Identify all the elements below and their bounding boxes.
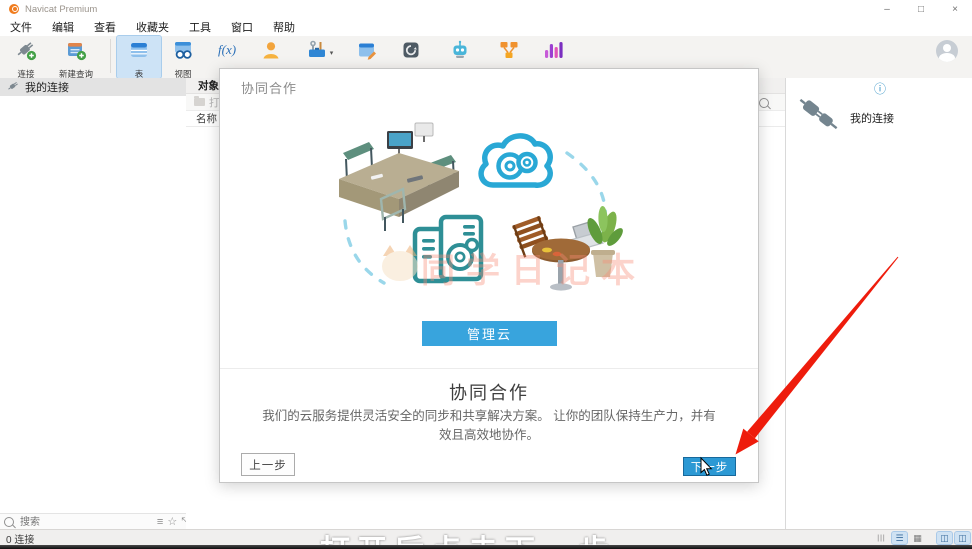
- menu-window[interactable]: 窗口: [221, 19, 263, 35]
- user-avatar[interactable]: [936, 40, 958, 62]
- query-icon: [355, 38, 379, 67]
- toolbox-icon: [305, 38, 329, 67]
- function-icon: f(x): [215, 38, 239, 67]
- watermark-dog-icon: [380, 245, 420, 281]
- menu-edit[interactable]: 编辑: [42, 19, 84, 35]
- grid-view-icon[interactable]: ▦: [910, 532, 925, 544]
- collaboration-wizard-dialog: 协同合作: [219, 68, 759, 483]
- cloud-logo: [481, 136, 550, 185]
- toolbar-button-new-query[interactable]: 新建查询: [48, 36, 104, 78]
- manage-cloud-button[interactable]: 管理云: [422, 321, 557, 346]
- menu-tools[interactable]: 工具: [179, 19, 221, 35]
- maximize-button[interactable]: □: [904, 0, 938, 18]
- navicat-app-icon: [9, 4, 19, 14]
- search-icon: [4, 517, 14, 527]
- search-input[interactable]: [18, 516, 153, 529]
- watermark-text: 同学日记本: [421, 243, 646, 292]
- filter-icon[interactable]: ≡: [157, 517, 163, 528]
- previous-step-button[interactable]: 上一步: [241, 453, 295, 476]
- dialog-divider: [220, 368, 758, 369]
- columns-view-icon[interactable]: |||: [874, 532, 889, 544]
- status-connections-count: 0 连接: [6, 531, 34, 546]
- model-icon: [497, 38, 521, 67]
- open-folder-icon: [194, 98, 205, 106]
- sidebar-item-my-connection[interactable]: 我的连接: [0, 78, 186, 96]
- view-mode-buttons: ||| ☰ ▦ ◫ ◫: [874, 532, 970, 544]
- robot-icon: [448, 38, 472, 67]
- dialog-title: 协同合作: [241, 78, 297, 97]
- title-bar: Navicat Premium – □ ×: [0, 0, 972, 18]
- menu-bar: 文件 编辑 查看 收藏夹 工具 窗口 帮助: [0, 18, 972, 36]
- selected-connection: 我的连接: [796, 94, 894, 141]
- menu-file[interactable]: 文件: [0, 19, 42, 35]
- navicat-window: Navicat Premium – □ × 文件 编辑 查看 收藏夹 工具 窗口…: [0, 0, 972, 549]
- table-icon: [127, 38, 151, 67]
- bi-chart-icon: [541, 38, 565, 67]
- connection-name: 我的连接: [25, 79, 69, 95]
- column-header-label: 名称: [196, 111, 217, 126]
- favorite-star-icon[interactable]: ☆: [167, 517, 177, 528]
- toolbar-button-connection[interactable]: 连接: [4, 36, 48, 78]
- close-button[interactable]: ×: [938, 0, 972, 18]
- toggle-left-pane-icon[interactable]: ◫: [937, 532, 952, 544]
- sidebar-search-bar: ≡ ☆ ⤡: [0, 513, 195, 530]
- toolbar-button-views[interactable]: 视图: [161, 36, 205, 78]
- connection-name: 我的连接: [850, 110, 894, 126]
- menu-view[interactable]: 查看: [84, 19, 126, 35]
- menu-help[interactable]: 帮助: [263, 19, 305, 35]
- plug-icon: [7, 80, 20, 94]
- dialog-heading: 协同合作: [220, 379, 758, 405]
- connections-sidebar: 我的连接: [0, 78, 187, 513]
- details-panel: ⓘ 我的连接: [785, 78, 972, 529]
- toolbar-button-tables[interactable]: 表: [117, 36, 161, 78]
- new-query-icon: [64, 38, 88, 67]
- desk-scene: [339, 123, 459, 231]
- chevron-down-icon: ▾: [330, 49, 334, 57]
- search-icon[interactable]: [759, 98, 769, 108]
- toggle-right-pane-icon[interactable]: ◫: [955, 532, 970, 544]
- window-title: Navicat Premium: [25, 4, 97, 15]
- backup-icon: [399, 38, 423, 67]
- plug-new-icon: [14, 38, 38, 67]
- bottom-edge-strip: [0, 545, 972, 549]
- menu-favorites[interactable]: 收藏夹: [126, 19, 179, 35]
- tab-objects[interactable]: 对象: [198, 78, 219, 93]
- list-view-icon[interactable]: ☰: [892, 532, 907, 544]
- window-controls: – □ ×: [870, 0, 972, 18]
- view-icon: [171, 38, 195, 67]
- toolbar-separator: [110, 39, 111, 73]
- plug-icon: [796, 94, 842, 141]
- next-step-button[interactable]: 下一步: [683, 457, 736, 476]
- dialog-description: 我们的云服务提供灵活安全的同步和共享解决方案。 让你的团队保持生产力，并有效且高…: [262, 407, 716, 446]
- minimize-button[interactable]: –: [870, 0, 904, 18]
- svg-text:f(x): f(x): [218, 42, 236, 57]
- user-icon: [259, 38, 283, 67]
